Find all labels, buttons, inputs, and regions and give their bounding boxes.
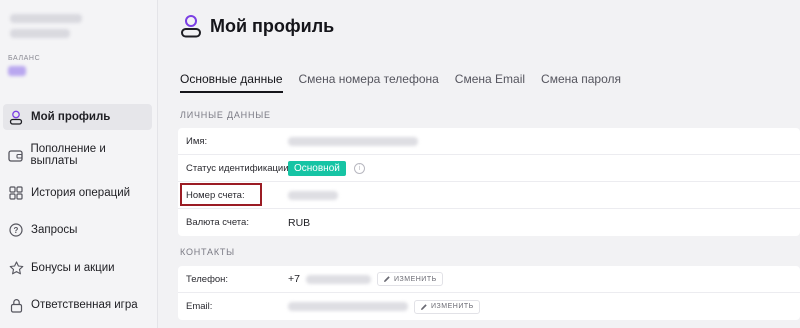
sidebar: БАЛАНС Мой профиль Пополнение и выплаты … bbox=[0, 0, 158, 328]
sidebar-item-label: Мой профиль bbox=[31, 111, 111, 123]
sidebar-item-label: Запросы bbox=[31, 224, 78, 236]
currency-row: Валюта счета: RUB bbox=[178, 209, 800, 236]
status-row: Статус идентификации: Основной i bbox=[178, 155, 800, 182]
wallet-icon bbox=[8, 147, 24, 163]
personal-data-title: ЛИЧНЫЕ ДАННЫЕ bbox=[180, 110, 271, 120]
balance-value-blurred bbox=[8, 66, 26, 76]
profile-tabs: Основные данные Смена номера телефона См… bbox=[180, 72, 637, 93]
email-value: ИЗМЕНИТЬ bbox=[288, 299, 480, 314]
page-header: Мой профиль bbox=[180, 14, 334, 38]
name-value-blurred bbox=[288, 136, 418, 146]
grid-icon bbox=[8, 185, 24, 201]
phone-row: Телефон: +7 ИЗМЕНИТЬ bbox=[178, 266, 800, 293]
tab-change-email[interactable]: Смена Email bbox=[455, 72, 525, 93]
star-icon bbox=[8, 260, 24, 276]
pencil-icon bbox=[421, 303, 427, 310]
lock-icon bbox=[8, 297, 24, 313]
edit-email-label: ИЗМЕНИТЬ bbox=[431, 303, 474, 310]
main-content: Мой профиль Основные данные Смена номера… bbox=[158, 0, 800, 328]
tab-main-data[interactable]: Основные данные bbox=[180, 72, 283, 93]
user-icon bbox=[180, 14, 202, 38]
page-title: Мой профиль bbox=[210, 15, 335, 36]
pencil-icon bbox=[383, 276, 390, 282]
question-icon: ? bbox=[8, 222, 24, 238]
user-icon bbox=[8, 109, 24, 125]
name-label: Имя: bbox=[186, 135, 208, 147]
account-row: Номер счета: bbox=[178, 182, 800, 209]
tab-change-phone[interactable]: Смена номера телефона bbox=[299, 72, 439, 93]
tab-change-password[interactable]: Смена пароля bbox=[541, 72, 621, 93]
account-value-blurred bbox=[288, 190, 338, 200]
currency-value: RUB bbox=[288, 216, 311, 229]
sidebar-item-bonuses[interactable]: Бонусы и акции bbox=[3, 255, 152, 281]
balance-label: БАЛАНС bbox=[8, 55, 41, 62]
sidebar-item-requests[interactable]: ? Запросы bbox=[3, 217, 152, 243]
sidebar-item-label: Ответственная игра bbox=[31, 299, 138, 311]
info-icon[interactable]: i bbox=[353, 162, 365, 174]
phone-value: +7 ИЗМЕНИТЬ bbox=[288, 272, 443, 286]
account-label: Номер счета: bbox=[186, 189, 245, 201]
user-info-blurred bbox=[10, 14, 90, 44]
contacts-card: Телефон: +7 ИЗМЕНИТЬ Email: ИЗМЕНИТЬ bbox=[178, 266, 800, 320]
sidebar-item-label: История операций bbox=[31, 187, 131, 199]
phone-prefix: +7 bbox=[288, 273, 300, 285]
edit-email-button[interactable]: ИЗМЕНИТЬ bbox=[414, 299, 480, 314]
sidebar-item-label: Бонусы и акции bbox=[31, 262, 115, 274]
sidebar-item-responsible-gaming[interactable]: Ответственная игра bbox=[3, 292, 152, 318]
contacts-title: КОНТАКТЫ bbox=[180, 247, 235, 257]
edit-phone-label: ИЗМЕНИТЬ bbox=[393, 275, 437, 283]
phone-label: Телефон: bbox=[186, 273, 229, 285]
sidebar-item-profile[interactable]: Мой профиль bbox=[3, 104, 152, 130]
currency-label: Валюта счета: bbox=[186, 217, 249, 228]
sidebar-item-deposits[interactable]: Пополнение и выплаты bbox=[3, 142, 152, 168]
status-badge: Основной bbox=[288, 160, 346, 176]
sidebar-item-label: Пополнение и выплаты bbox=[30, 143, 106, 167]
sidebar-item-history[interactable]: История операций bbox=[3, 180, 152, 206]
email-label: Email: bbox=[186, 301, 213, 312]
email-row: Email: ИЗМЕНИТЬ bbox=[178, 293, 800, 320]
svg-text:?: ? bbox=[14, 226, 19, 235]
edit-phone-button[interactable]: ИЗМЕНИТЬ bbox=[376, 272, 443, 286]
personal-data-card: Имя: Статус идентификации: Основной i Но… bbox=[178, 128, 800, 236]
phone-number-blurred bbox=[305, 274, 371, 284]
email-blurred bbox=[288, 302, 408, 311]
name-row: Имя: bbox=[178, 128, 800, 155]
status-value: Основной i bbox=[288, 160, 365, 176]
status-label: Статус идентификации: bbox=[186, 162, 292, 174]
